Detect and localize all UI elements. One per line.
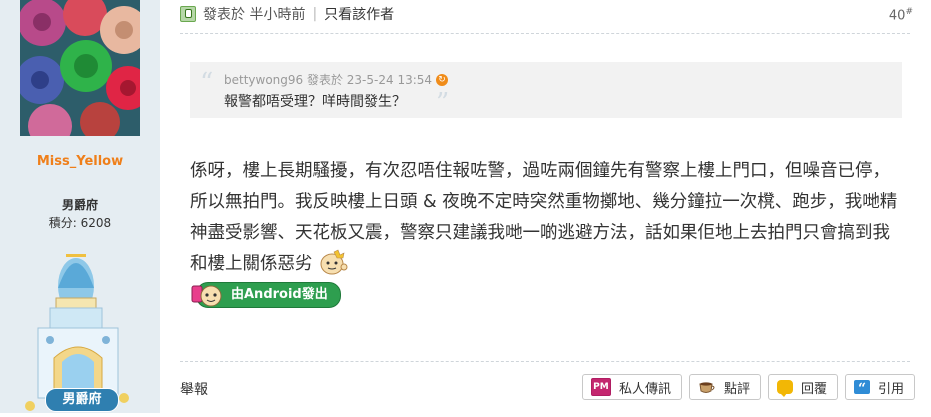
quote-header: bettywong96 發表於 23-5-24 13:54 ↻ (224, 71, 449, 88)
online-status-icon (180, 6, 196, 22)
divider (180, 33, 910, 34)
reply-button[interactable]: 回覆 (767, 374, 838, 400)
author-only-link[interactable]: 只看該作者 (324, 4, 394, 24)
post-actions: PM 私人傳訊 點評 回覆 “ 引用 (581, 374, 915, 400)
post-body-text: 係呀，樓上長期騷擾，有次忍唔住報咗警，過咗兩個鐘先有警察上樓上門口，但噪音已停，… (190, 161, 898, 274)
rank-title: 男爵府 (61, 198, 98, 212)
posted-time: 發表於 半小時前 (203, 7, 306, 23)
quote-button[interactable]: “ 引用 (844, 374, 915, 400)
open-quote-icon: “ (200, 68, 214, 98)
android-icon (190, 282, 224, 308)
rank-badge-label: 男爵府 (45, 388, 119, 412)
pm-icon: PM (590, 378, 611, 396)
floor-mark: # (905, 7, 913, 17)
meta-separator: | (312, 6, 318, 22)
points-text: 積分: 6208 (48, 216, 112, 230)
close-quote-icon: ” (436, 88, 450, 118)
floor-number-value: 40 (888, 8, 906, 24)
username-link[interactable]: Miss_Yellow (0, 154, 160, 169)
rate-label: 點評 (723, 381, 750, 397)
post-content: 係呀，樓上長期騷擾，有次忍唔住報咗警，過咗兩個鐘先有警察上樓上門口，但噪音已停，… (190, 156, 902, 280)
quote-label: 引用 (877, 381, 904, 397)
android-badge[interactable]: 由Android發出 (190, 282, 341, 308)
quote-author: bettywong96 發表於 23-5-24 13:54 (224, 73, 433, 87)
avatar[interactable] (20, 0, 140, 136)
report-link[interactable]: 舉報 (180, 379, 208, 399)
quote-block: “ bettywong96 發表於 23-5-24 13:54 ↻ 報警都唔受理… (190, 62, 902, 118)
quote-icon: “ (853, 380, 870, 397)
divider (180, 361, 910, 362)
user-sidebar: Miss_Yellow 男爵府 積分: 6208 男爵府 (0, 0, 160, 413)
goto-post-icon[interactable]: ↻ (436, 73, 449, 86)
reply-icon (776, 380, 793, 397)
post-meta: 發表於 半小時前 | 只看該作者 (180, 4, 394, 24)
floor-number[interactable]: 40# (889, 7, 913, 23)
reply-label: 回覆 (800, 381, 827, 397)
rate-icon (698, 379, 716, 395)
pm-button[interactable]: PM 私人傳訊 (581, 374, 682, 400)
rate-button[interactable]: 點評 (688, 374, 761, 400)
pm-label: 私人傳訊 (618, 381, 671, 397)
emoji-icon (318, 249, 348, 275)
quote-text: 報警都唔受理？咩時間發生？ (224, 94, 406, 110)
